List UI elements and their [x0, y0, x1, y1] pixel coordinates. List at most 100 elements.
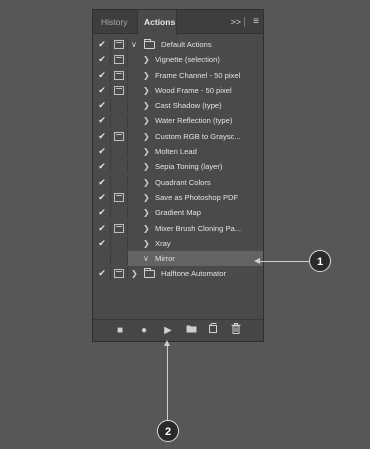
- chevron-right-icon[interactable]: ❯: [143, 159, 150, 174]
- tab-divider: [244, 17, 245, 27]
- action-row[interactable]: ✔ ❯ Wood Frame - 50 pixel: [93, 83, 263, 98]
- action-label: Custom RGB to Graysc...: [155, 131, 241, 141]
- column-divider: [110, 83, 111, 97]
- callout-1-arrowhead: [254, 258, 260, 264]
- dialog-toggle-icon[interactable]: [114, 85, 124, 95]
- play-icon[interactable]: ▶: [161, 323, 175, 339]
- chevron-right-icon[interactable]: ❯: [143, 221, 150, 236]
- action-row[interactable]: ✔ ❯ Xray: [93, 236, 263, 251]
- column-divider: [110, 221, 111, 235]
- toggle-item-checkbox[interactable]: ✔: [96, 83, 108, 98]
- chevron-right-icon[interactable]: ❯: [143, 83, 150, 98]
- action-row[interactable]: ✔ ❯ Water Reflection (type): [93, 113, 263, 128]
- action-label: Frame Channel - 50 pixel: [155, 70, 241, 80]
- action-row[interactable]: ✔ ❯ Frame Channel - 50 pixel: [93, 68, 263, 83]
- toggle-item-checkbox[interactable]: ✔: [96, 68, 108, 83]
- trash-icon[interactable]: [229, 323, 243, 339]
- action-label: Wood Frame - 50 pixel: [155, 85, 232, 95]
- chevron-right-icon[interactable]: ❯: [143, 98, 150, 113]
- toggle-item-checkbox[interactable]: ✔: [96, 159, 108, 174]
- dialog-toggle-icon[interactable]: [114, 131, 124, 141]
- action-row[interactable]: ✔ ❯ Molten Lead: [93, 144, 263, 159]
- collapse-panel-icon[interactable]: >>: [230, 10, 241, 34]
- dialog-toggle-icon[interactable]: [114, 269, 124, 279]
- action-row[interactable]: ✔ ❯ Sepia Toning (layer): [93, 159, 263, 174]
- column-divider: [127, 114, 128, 128]
- dialog-toggle-icon[interactable]: [114, 40, 124, 49]
- column-divider: [110, 99, 111, 113]
- tab-history[interactable]: History: [95, 10, 133, 34]
- action-row[interactable]: ✔ ❯ Gradient Map: [93, 205, 263, 220]
- action-set-row[interactable]: ✔ ❯ Halftone Automator: [93, 266, 263, 281]
- action-row[interactable]: ∨ Mirror: [93, 251, 263, 267]
- action-row[interactable]: ✔ ❯ Vignette (selection): [93, 52, 263, 67]
- column-divider: [127, 160, 128, 174]
- column-divider: [127, 190, 128, 204]
- dialog-toggle-icon[interactable]: [114, 70, 124, 80]
- toggle-item-checkbox[interactable]: ✔: [96, 98, 108, 113]
- toggle-item-checkbox[interactable]: ✔: [96, 266, 108, 281]
- chevron-right-icon[interactable]: ❯: [143, 144, 150, 159]
- new-action-icon[interactable]: [206, 323, 220, 339]
- toggle-item-checkbox[interactable]: ✔: [96, 190, 108, 205]
- callout-2-line: [167, 343, 168, 421]
- panel-menu-icon[interactable]: ≡: [253, 10, 259, 34]
- chevron-down-icon[interactable]: ∨: [131, 37, 137, 52]
- action-row[interactable]: ✔ ❯ Quadrant Colors: [93, 175, 263, 190]
- column-divider: [127, 252, 128, 266]
- chevron-right-icon[interactable]: ❯: [143, 52, 150, 67]
- dialog-toggle-icon[interactable]: [114, 223, 124, 233]
- column-divider: [127, 129, 128, 143]
- action-label: Molten Lead: [155, 147, 197, 157]
- column-divider: [110, 53, 111, 67]
- callout-2-arrowhead: [164, 340, 170, 346]
- action-label: Sepia Toning (layer): [155, 162, 223, 172]
- chevron-right-icon[interactable]: ❯: [143, 113, 150, 128]
- dialog-toggle-icon[interactable]: [114, 192, 124, 202]
- column-divider: [127, 206, 128, 220]
- action-row[interactable]: ✔ ❯ Mixer Brush Cloning Pa...: [93, 221, 263, 236]
- action-row[interactable]: ✔ ❯ Cast Shadow (type): [93, 98, 263, 113]
- toggle-item-checkbox[interactable]: [96, 251, 108, 266]
- action-set-row[interactable]: ✔ ∨ Default Actions: [93, 37, 263, 52]
- chevron-right-icon[interactable]: ❯: [143, 68, 150, 83]
- record-icon[interactable]: ●: [137, 323, 151, 339]
- column-divider: [110, 175, 111, 189]
- stop-icon[interactable]: ■: [113, 323, 127, 339]
- toggle-item-checkbox[interactable]: ✔: [96, 144, 108, 159]
- chevron-right-icon[interactable]: ❯: [143, 175, 150, 190]
- column-divider: [127, 267, 128, 281]
- action-row[interactable]: ✔ ❯ Save as Photoshop PDF: [93, 190, 263, 205]
- toggle-item-checkbox[interactable]: ✔: [96, 113, 108, 128]
- actions-bottom-toolbar: ■ ● ▶: [93, 319, 263, 341]
- toggle-item-checkbox[interactable]: ✔: [96, 52, 108, 67]
- folder-icon[interactable]: [184, 323, 198, 339]
- tab-actions[interactable]: Actions: [137, 10, 177, 35]
- toggle-item-checkbox[interactable]: ✔: [96, 236, 108, 251]
- toggle-item-checkbox[interactable]: ✔: [96, 205, 108, 220]
- column-divider: [110, 252, 111, 266]
- toggle-item-checkbox[interactable]: ✔: [96, 129, 108, 144]
- toggle-item-checkbox[interactable]: ✔: [96, 221, 108, 236]
- action-label: Save as Photoshop PDF: [155, 192, 239, 202]
- column-divider: [127, 221, 128, 235]
- callout-1-badge: 1: [309, 250, 331, 272]
- chevron-down-icon[interactable]: ∨: [143, 251, 149, 266]
- column-divider: [110, 114, 111, 128]
- toggle-item-checkbox[interactable]: ✔: [96, 37, 108, 52]
- column-divider: [110, 160, 111, 174]
- chevron-right-icon[interactable]: ❯: [143, 190, 150, 205]
- action-row[interactable]: ✔ ❯ Custom RGB to Graysc...: [93, 129, 263, 144]
- chevron-right-icon[interactable]: ❯: [143, 129, 150, 144]
- action-label: Water Reflection (type): [155, 116, 233, 126]
- column-divider: [127, 175, 128, 189]
- chevron-right-icon[interactable]: ❯: [143, 205, 150, 220]
- column-divider: [110, 236, 111, 250]
- action-set-label: Halftone Automator: [161, 269, 227, 279]
- dialog-toggle-icon[interactable]: [114, 55, 124, 65]
- column-divider: [127, 53, 128, 67]
- toggle-item-checkbox[interactable]: ✔: [96, 175, 108, 190]
- chevron-right-icon[interactable]: ❯: [143, 236, 150, 251]
- column-divider: [110, 38, 111, 51]
- chevron-right-icon[interactable]: ❯: [131, 266, 138, 281]
